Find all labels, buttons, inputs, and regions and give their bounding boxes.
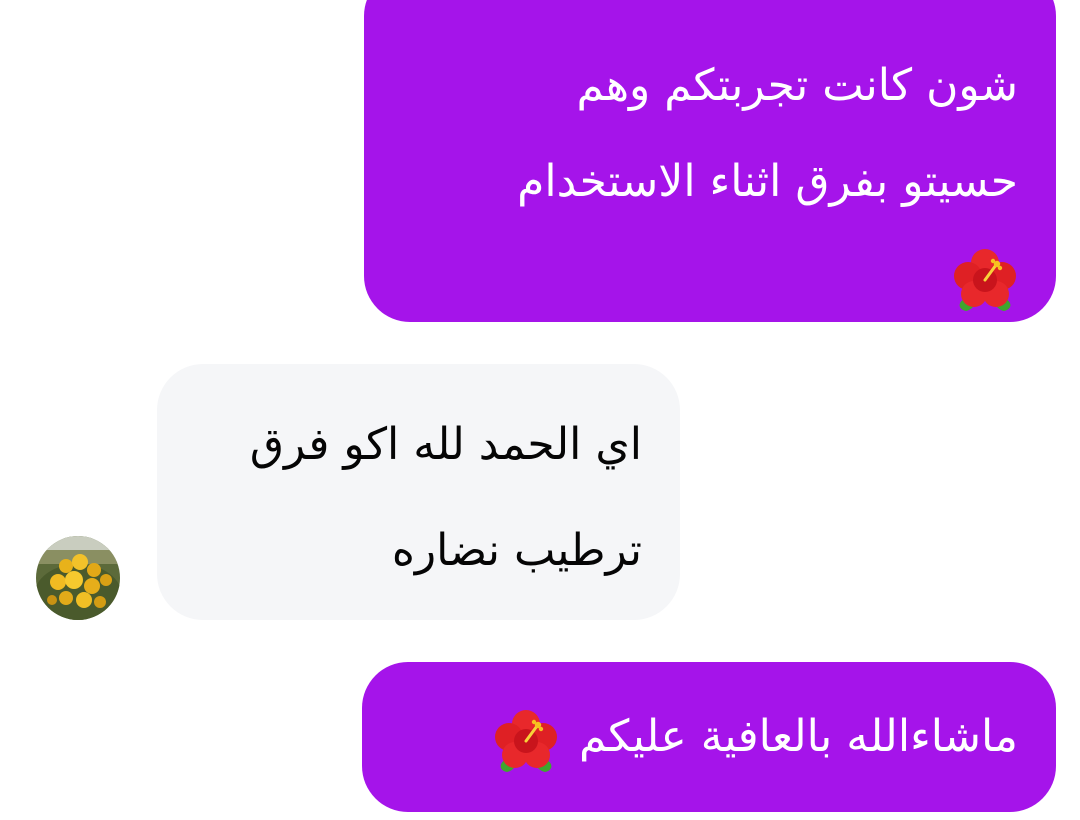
- message-text-line: حسيتو بفرق اثناء الاستخدام: [517, 156, 1018, 207]
- message-text-line: ترطيب نضاره: [391, 525, 642, 576]
- message-text-line: اي الحمد لله اكو فرق: [249, 419, 642, 470]
- hibiscus-icon: [952, 247, 1018, 313]
- contact-avatar[interactable]: [36, 536, 120, 620]
- message-text-line: ماشاءالله بالعافية عليكم: [579, 711, 1018, 762]
- flower-photo-avatar-image: [36, 536, 120, 620]
- outgoing-message-bubble[interactable]: ماشاءالله بالعافية عليكم: [362, 662, 1056, 812]
- incoming-message-bubble[interactable]: اي الحمد لله اكو فرق ترطيب نضاره: [157, 364, 680, 620]
- hibiscus-icon: [493, 708, 559, 774]
- message-text-line: شون كانت تجربتكم وهم: [576, 60, 1018, 111]
- outgoing-message-bubble[interactable]: شون كانت تجربتكم وهم حسيتو بفرق اثناء ال…: [364, 0, 1056, 322]
